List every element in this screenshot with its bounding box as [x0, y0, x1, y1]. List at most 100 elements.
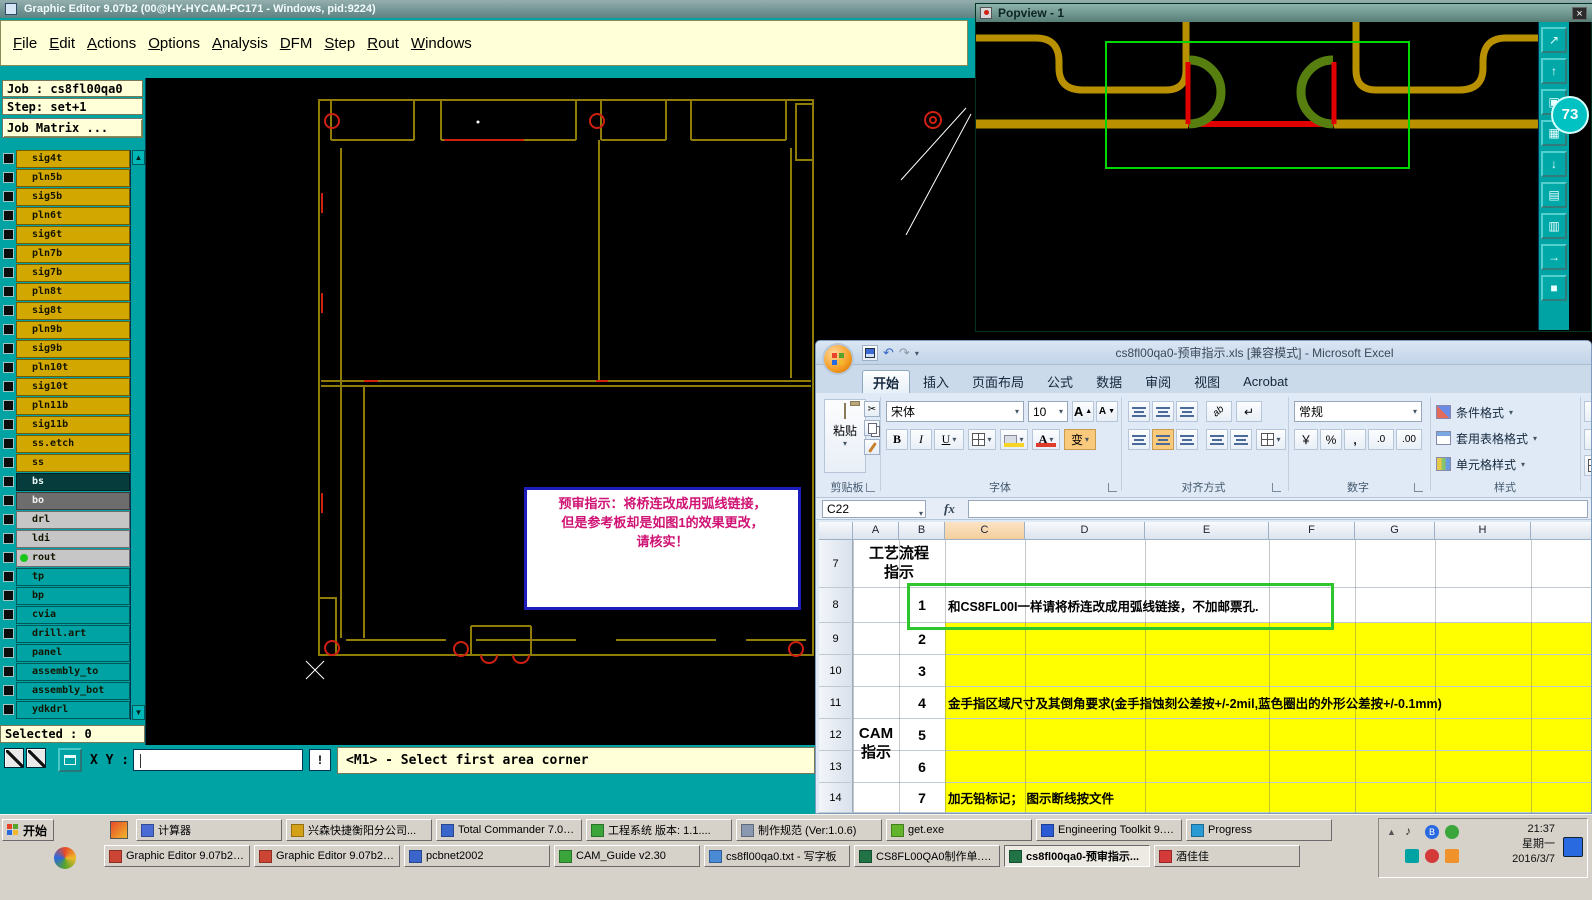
layer-name-bar[interactable]: sig5b — [16, 188, 130, 206]
menu-item[interactable]: Options — [148, 35, 200, 52]
column-header[interactable] — [1531, 522, 1592, 540]
cell-c[interactable]: 和CS8FL00I一样请将桥连改成用弧线链接，不加邮票孔. — [948, 588, 1258, 622]
excel-title-bar[interactable]: cs8fl00qa0-预审指示.xls [兼容模式] - Microsoft E… — [816, 341, 1592, 365]
ribbon-tab[interactable]: 审阅 — [1135, 370, 1181, 393]
layer-visibility-checkbox[interactable] — [3, 419, 14, 430]
redo-icon[interactable]: ↷ — [899, 345, 910, 361]
column-header[interactable]: H — [1435, 522, 1531, 540]
font-size-combo[interactable]: 10▾ — [1028, 401, 1068, 422]
layer-visibility-checkbox[interactable] — [3, 685, 14, 696]
task-button[interactable]: cs8fl00qa0-预审指示... — [1004, 845, 1150, 867]
popview-tool-icon[interactable]: ▤ — [1541, 182, 1567, 208]
menu-item[interactable]: Actions — [87, 35, 136, 52]
layer-visibility-checkbox[interactable] — [3, 476, 14, 487]
popview-tool-icon[interactable]: ↑ — [1541, 58, 1567, 84]
column-header[interactable]: E — [1145, 522, 1269, 540]
layer-name-bar[interactable]: pln11b — [16, 397, 130, 415]
orange-status-icon[interactable] — [1445, 849, 1459, 863]
layer-scrollbar[interactable]: ▲ ▼ — [130, 150, 145, 720]
task-button[interactable]: Progress — [1186, 819, 1332, 841]
cut-icon[interactable]: ✂ — [864, 401, 880, 417]
decrease-decimal-icon[interactable]: .00 — [1396, 429, 1422, 450]
red-status-icon[interactable] — [1425, 849, 1439, 863]
align-middle-icon[interactable] — [1152, 401, 1174, 422]
layer-row[interactable]: sig5b — [0, 188, 130, 206]
task-button[interactable]: Graphic Editor 9.07b2 (0... — [104, 845, 250, 867]
task-button[interactable]: Graphic Editor 9.07b2 (0... — [254, 845, 400, 867]
borders-icon[interactable]: ▾ — [968, 429, 996, 450]
cell-b[interactable]: 5 — [899, 719, 945, 750]
ribbon-tab[interactable]: 数据 — [1086, 370, 1132, 393]
decrease-font-icon[interactable]: A▼ — [1096, 401, 1118, 422]
layer-name-bar[interactable]: sig10t — [16, 378, 130, 396]
view-window-button[interactable] — [58, 748, 82, 772]
orientation-icon[interactable]: ab — [1206, 401, 1232, 422]
layer-row[interactable]: sig9b — [0, 340, 130, 358]
font-name-combo[interactable]: 宋体▾ — [886, 401, 1024, 422]
cell-b[interactable]: 2 — [899, 623, 945, 654]
cell-c[interactable]: 金手指区域尺寸及其倒角要求(金手指蚀刻公差按+/-2mil,蓝色圈出的外形公差按… — [948, 687, 1442, 718]
layer-visibility-checkbox[interactable] — [3, 381, 14, 392]
layer-row[interactable]: tp — [0, 568, 130, 586]
sheet-row[interactable]: 12 5 — [819, 719, 1592, 751]
cell-c[interactable]: 加无铅标记； 图示断线按文件 — [948, 783, 1114, 812]
format-cells-icon[interactable] — [1584, 455, 1592, 476]
menu-item[interactable]: Edit — [49, 35, 75, 52]
layer-visibility-checkbox[interactable] — [3, 172, 14, 183]
layer-visibility-checkbox[interactable] — [3, 571, 14, 582]
layer-row[interactable]: pln5b — [0, 169, 130, 187]
menu-item[interactable]: DFM — [280, 35, 313, 52]
align-top-icon[interactable] — [1128, 401, 1150, 422]
delete-cells-icon[interactable]: × — [1584, 429, 1592, 450]
ribbon-tab[interactable]: 插入 — [913, 370, 959, 393]
sheet-row[interactable]: 8 1 和CS8FL00I一样请将桥连改成用弧线链接，不加邮票孔. — [819, 588, 1592, 623]
align-left-icon[interactable] — [1128, 429, 1150, 450]
layer-row[interactable]: assembly_to — [0, 663, 130, 681]
layer-name-bar[interactable]: pln5b — [16, 169, 130, 187]
layer-visibility-checkbox[interactable] — [3, 514, 14, 525]
align-center-icon[interactable] — [1152, 429, 1174, 450]
column-header[interactable]: A — [853, 522, 899, 540]
bluetooth-icon[interactable]: B — [1425, 825, 1439, 839]
alignment-launcher-icon[interactable] — [1272, 483, 1281, 492]
quick-launch-icon-2[interactable] — [54, 847, 76, 869]
layer-name-bar[interactable]: pln6t — [16, 207, 130, 225]
layer-visibility-checkbox[interactable] — [3, 495, 14, 506]
number-launcher-icon[interactable] — [1414, 483, 1423, 492]
layer-name-bar[interactable]: pln10t — [16, 359, 130, 377]
popview-canvas[interactable] — [976, 22, 1538, 330]
column-header[interactable] — [819, 522, 853, 540]
layer-name-bar[interactable]: drill.art — [16, 625, 130, 643]
style-button[interactable]: 条件格式 ▾ — [1436, 401, 1513, 423]
layer-visibility-checkbox[interactable] — [3, 229, 14, 240]
layer-row[interactable]: drl — [0, 511, 130, 529]
layer-name-bar[interactable]: sig4t — [16, 150, 130, 168]
ribbon-tab[interactable]: 视图 — [1184, 370, 1230, 393]
merged-cell-cam-label[interactable]: CAM指示 — [853, 724, 899, 762]
layer-name-bar[interactable]: drl — [16, 511, 130, 529]
align-right-icon[interactable] — [1176, 429, 1198, 450]
layer-visibility-checkbox[interactable] — [3, 248, 14, 259]
number-format-combo[interactable]: 常规▾ — [1294, 401, 1422, 422]
zoom-tool-icon[interactable] — [26, 748, 46, 768]
select-tool-icon[interactable] — [4, 748, 24, 768]
row-header[interactable]: 11 — [819, 687, 853, 718]
layer-visibility-checkbox[interactable] — [3, 400, 14, 411]
sheet-row[interactable]: 10 3 — [819, 655, 1592, 687]
command-warning-button[interactable]: ! — [309, 749, 331, 771]
task-button[interactable]: CS8FL00QA0制作单.xls... — [854, 845, 1000, 867]
name-box[interactable]: C22▾ — [822, 500, 926, 518]
percent-icon[interactable]: % — [1320, 429, 1342, 450]
task-button[interactable]: cs8fl00qa0.txt - 写字板 — [704, 845, 850, 867]
merge-center-icon[interactable]: ▾ — [1256, 429, 1286, 450]
layer-row[interactable]: sig11b — [0, 416, 130, 434]
align-bottom-icon[interactable] — [1176, 401, 1198, 422]
copy-icon[interactable] — [864, 420, 880, 436]
layer-name-bar[interactable]: sig6t — [16, 226, 130, 244]
task-button[interactable]: Total Commander 7.0 p... — [436, 819, 582, 841]
layer-visibility-checkbox[interactable] — [3, 609, 14, 620]
font-launcher-icon[interactable] — [1108, 483, 1117, 492]
popview-tool-icon[interactable]: ↓ — [1541, 151, 1567, 177]
layer-visibility-checkbox[interactable] — [3, 362, 14, 373]
layer-row[interactable]: pln7b — [0, 245, 130, 263]
